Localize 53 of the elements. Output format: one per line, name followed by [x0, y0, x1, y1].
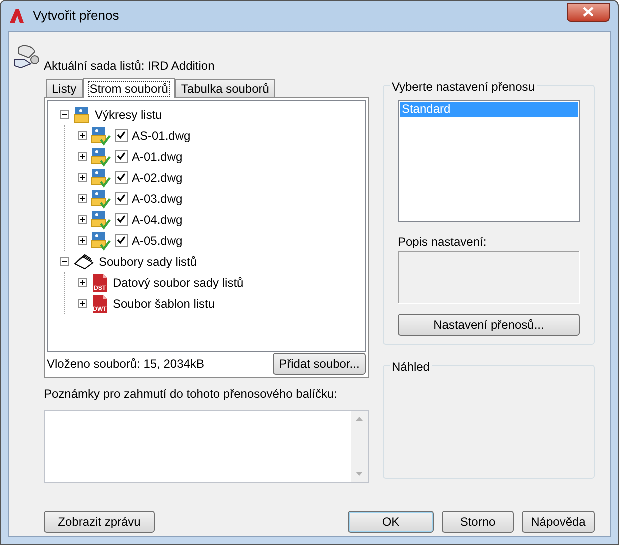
expand-icon[interactable]: [78, 194, 87, 203]
setups-button[interactable]: Nastavení přenosů...: [398, 314, 580, 336]
checkbox[interactable]: [115, 129, 128, 142]
sheet-stack-icon: [73, 254, 95, 270]
checkbox[interactable]: [115, 171, 128, 184]
expand-icon[interactable]: [78, 215, 87, 224]
dialog-button[interactable]: Nápověda: [522, 511, 595, 533]
tree-item[interactable]: Výkresy listu: [95, 106, 162, 124]
sheet-set-icon: [13, 44, 41, 70]
collapse-icon[interactable]: [60, 110, 69, 119]
tree-item[interactable]: A-01.dwg: [132, 148, 183, 166]
tree-item[interactable]: Soubor šablon listu: [113, 294, 216, 312]
notes-field[interactable]: [44, 410, 369, 483]
sheet-check-icon: [91, 168, 111, 188]
close-icon: [583, 7, 594, 17]
tree-item[interactable]: Soubory sady listů: [99, 252, 198, 270]
tree-item[interactable]: A-05.dwg: [132, 232, 183, 250]
report-button[interactable]: Zobrazit zprávu: [44, 511, 155, 533]
add-file-button[interactable]: Přidat soubor...: [272, 353, 366, 375]
expand-icon[interactable]: [78, 152, 87, 161]
dialog-button[interactable]: Storno: [442, 511, 514, 533]
window-title: Vytvořit přenos: [33, 7, 120, 26]
tree-item[interactable]: A-03.dwg: [132, 190, 183, 208]
sheet-check-icon: [91, 146, 111, 166]
notes-label: Poznámky pro zahmutí do tohoto přenosového balíčku:: [44, 386, 339, 403]
app-logo-icon: [9, 8, 25, 24]
tree-item[interactable]: AS-01.dwg: [132, 126, 191, 144]
expand-icon[interactable]: [78, 299, 87, 308]
sheet-check-icon: [91, 230, 111, 250]
expand-icon[interactable]: [78, 173, 87, 182]
tree-item[interactable]: Datový soubor sady listů: [113, 274, 244, 292]
checkbox[interactable]: [115, 192, 128, 205]
tree-item[interactable]: A-02.dwg: [132, 168, 183, 186]
close-button[interactable]: [567, 2, 610, 22]
tab[interactable]: Strom souborů: [82, 78, 176, 98]
dialog-button[interactable]: OK: [348, 511, 434, 533]
expand-icon[interactable]: [78, 236, 87, 245]
checkbox[interactable]: [115, 213, 128, 226]
folder-sheet-icon: [73, 106, 91, 124]
description-label: Popis nastavení:: [398, 234, 488, 249]
sheet-check-icon: [91, 210, 111, 230]
expand-icon[interactable]: [78, 131, 87, 140]
sheet-check-icon: [91, 188, 111, 208]
sheet-check-icon: [91, 126, 111, 146]
expand-icon[interactable]: [78, 278, 87, 287]
tab[interactable]: Listy: [46, 79, 83, 97]
sheet-set-label: Aktuální sada listů: IRD Addition: [44, 58, 216, 73]
tree-item[interactable]: A-04.dwg: [132, 210, 183, 228]
checkbox[interactable]: [115, 234, 128, 247]
tab[interactable]: Tabulka souborů: [175, 79, 276, 97]
collapse-icon[interactable]: [60, 257, 69, 266]
checkbox[interactable]: [115, 150, 128, 163]
file-count: Vloženo souborů: 15, 2034kB: [47, 356, 204, 373]
